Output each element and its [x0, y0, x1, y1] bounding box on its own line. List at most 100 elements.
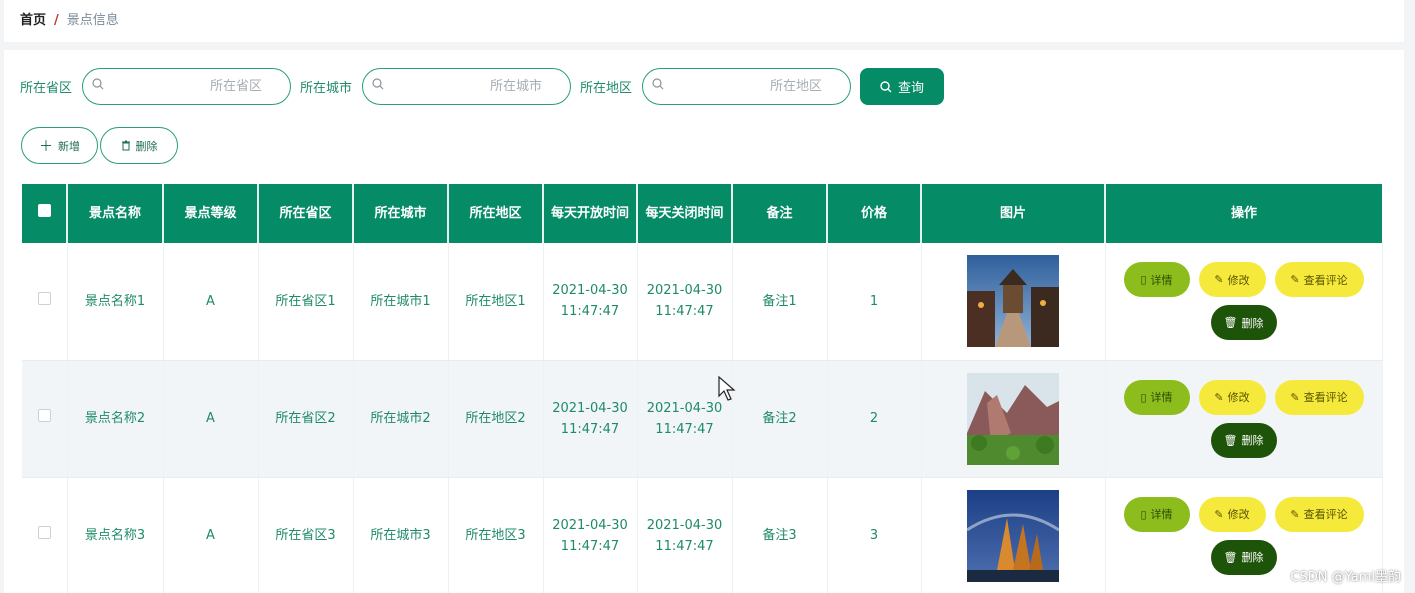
district-filter[interactable]: [642, 68, 852, 105]
close-clock: 11:47:47: [655, 421, 714, 437]
search-icon: [880, 80, 892, 92]
cell-name: 景点名称2: [67, 360, 164, 478]
detail-button[interactable]: ▯ 详情: [1123, 379, 1190, 415]
cell-remark: 备注3: [732, 477, 828, 593]
table-row: 景点名称2 A 所在省区2 所在城市2 所在地区2 2021-04-30 11:4…: [22, 360, 1383, 478]
cell-district: 所在地区2: [448, 360, 544, 478]
cell-district: 所在地区3: [448, 477, 544, 593]
delete-button[interactable]: 删除: [100, 127, 178, 164]
watermark: CSDN @Yaml墨韵: [1290, 570, 1401, 585]
pencil-icon: ✎: [1290, 273, 1300, 287]
column-header: 每天开放时间: [543, 184, 638, 243]
cell-actions: ▯ 详情 ✎ 修改 ✎ 查看评论 🗑 删除: [1105, 360, 1383, 478]
trash-icon: [121, 140, 130, 151]
remove-button[interactable]: 🗑 删除: [1210, 539, 1277, 575]
view-comments-button[interactable]: ✎ 查看评论: [1274, 262, 1364, 298]
remove-button[interactable]: 🗑 删除: [1210, 422, 1277, 458]
add-button[interactable]: ＋ 新增: [21, 127, 98, 164]
close-clock: 11:47:47: [655, 538, 714, 554]
comments-label: 查看评论: [1303, 273, 1348, 287]
cell-price: 3: [827, 477, 922, 593]
table-header-row: 景点名称 景点等级 所在省区 所在城市 所在地区 每天开放时间 每天关闭时间 备…: [22, 184, 1382, 243]
cell-close-time: 2021-04-30 11:47:47: [637, 477, 733, 593]
edit-button[interactable]: ✎ 修改: [1198, 262, 1266, 298]
column-header: 图片: [921, 184, 1106, 243]
detail-button[interactable]: ▯ 详情: [1123, 496, 1190, 532]
column-header: 价格: [827, 184, 922, 243]
remove-button[interactable]: 🗑 删除: [1210, 305, 1277, 341]
view-comments-button[interactable]: ✎ 查看评论: [1274, 496, 1364, 532]
cell-image: [921, 243, 1106, 361]
remove-label: 删除: [1241, 434, 1264, 447]
breadcrumb-current: 景点信息: [66, 13, 119, 28]
cell-remark: 备注2: [732, 360, 828, 478]
cell-image: [921, 477, 1106, 593]
open-date: 2021-04-30: [552, 283, 628, 299]
column-header: 所在地区: [448, 184, 544, 243]
detail-label: 详情: [1150, 391, 1173, 404]
bridge-sails-photo[interactable]: [967, 489, 1059, 582]
remove-label: 删除: [1241, 316, 1264, 330]
mouse-cursor-icon: [718, 376, 736, 401]
mountain-cliff-photo[interactable]: [967, 372, 1059, 465]
town-street-photo[interactable]: [967, 255, 1059, 348]
open-clock: 11:47:47: [560, 538, 620, 554]
cell-level: A: [163, 477, 259, 593]
cell-price: 2: [827, 360, 922, 478]
pencil-icon: ✎: [1290, 390, 1300, 404]
cell-city: 所在城市1: [353, 243, 449, 361]
search-icon: [652, 78, 664, 90]
cell-level: A: [163, 243, 259, 361]
city-filter[interactable]: [362, 68, 572, 105]
city-filter-input[interactable]: [363, 69, 571, 104]
document-icon: ▯: [1140, 273, 1147, 287]
cell-city: 所在城市2: [353, 360, 449, 478]
breadcrumb-separator: /: [54, 13, 59, 28]
open-date: 2021-04-30: [552, 400, 628, 416]
remove-label: 删除: [1241, 551, 1264, 564]
edit-label: 修改: [1227, 391, 1250, 404]
edit-label: 修改: [1227, 273, 1250, 287]
pencil-icon: ✎: [1214, 507, 1224, 521]
cell-level: A: [163, 360, 259, 478]
detail-button[interactable]: ▯ 详情: [1123, 262, 1190, 298]
view-comments-button[interactable]: ✎ 查看评论: [1274, 379, 1364, 415]
column-header: 景点名称: [67, 184, 164, 243]
column-header: 所在省区: [258, 184, 354, 243]
row-checkbox[interactable]: [37, 291, 51, 305]
plus-icon: ＋: [39, 138, 53, 155]
close-date: 2021-04-30: [646, 283, 723, 299]
filter-label-province: 所在省区: [20, 81, 73, 96]
edit-button[interactable]: ✎ 修改: [1198, 496, 1266, 532]
select-all-checkbox[interactable]: [37, 204, 51, 217]
breadcrumb-home[interactable]: 首页: [20, 13, 46, 28]
main-panel: 所在省区 所在城市 所在地区 查询 ＋ 新增 删除: [4, 50, 1404, 593]
column-header: 所在城市: [353, 184, 449, 243]
cell-price: 1: [827, 243, 922, 361]
select-all-header[interactable]: [22, 184, 68, 243]
province-filter[interactable]: [82, 68, 292, 105]
search-icon: [372, 78, 384, 90]
column-header: 操作: [1105, 184, 1382, 243]
cell-open-time: 2021-04-30 11:47:47: [543, 477, 638, 593]
trash-icon: 🗑: [1223, 433, 1238, 447]
column-header: 每天关闭时间: [637, 184, 733, 243]
query-button-label: 查询: [898, 81, 925, 96]
row-checkbox[interactable]: [37, 526, 51, 539]
search-icon: [92, 78, 104, 90]
edit-button[interactable]: ✎ 修改: [1198, 379, 1266, 415]
row-checkbox[interactable]: [37, 409, 51, 422]
table-row: 景点名称3 A 所在省区3 所在城市3 所在地区3 2021-04-30 11:4…: [22, 477, 1383, 593]
row-select-cell: [22, 477, 68, 593]
add-button-label: 新增: [58, 139, 80, 153]
district-filter-input[interactable]: [643, 69, 851, 104]
row-select-cell: [22, 360, 68, 478]
close-clock: 11:47:47: [655, 304, 714, 320]
cell-actions: ▯ 详情 ✎ 修改 ✎ 查看评论 🗑 删除: [1105, 243, 1383, 361]
detail-label: 详情: [1150, 508, 1173, 521]
row-select-cell: [22, 243, 68, 361]
edit-label: 修改: [1227, 508, 1250, 521]
document-icon: ▯: [1140, 507, 1147, 521]
province-filter-input[interactable]: [83, 69, 291, 104]
query-button[interactable]: 查询: [860, 68, 945, 105]
